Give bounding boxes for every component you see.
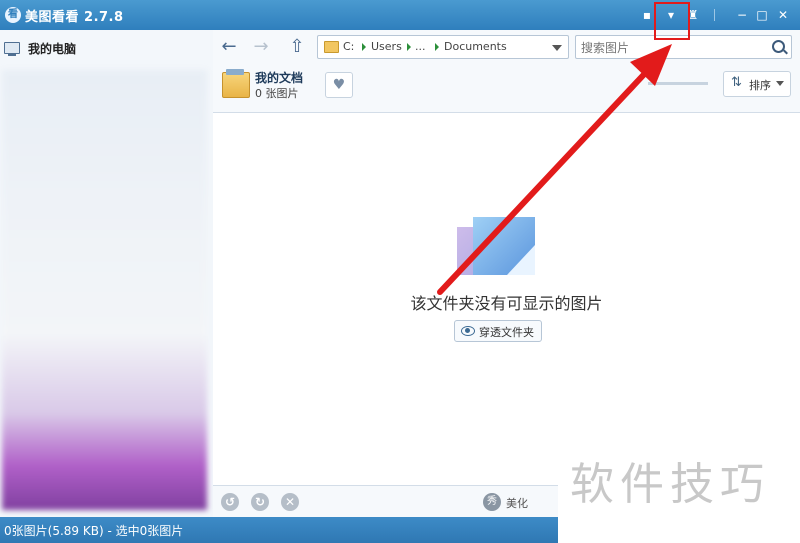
- titlebar-divider: [714, 9, 715, 21]
- breadcrumb-separator-icon: [407, 43, 411, 51]
- breadcrumb-documents[interactable]: Documents: [444, 40, 507, 53]
- monitor-icon: [4, 42, 20, 56]
- thumbnail-size-slider[interactable]: [648, 82, 708, 85]
- folder-icon: [222, 69, 250, 98]
- see-through-folder-button[interactable]: 穿透文件夹: [454, 320, 542, 342]
- favorite-heart-icon[interactable]: ♥: [325, 72, 353, 98]
- breadcrumb-separator-icon: [362, 43, 366, 51]
- empty-message: 该文件夹没有可显示的图片: [410, 294, 603, 313]
- sort-icon: ⇅: [731, 75, 742, 90]
- folder-header: 我的文档 0 张图片 ♥ ⇅ 排序: [213, 64, 800, 113]
- rotate-left-icon[interactable]: ↺: [221, 493, 239, 511]
- sidebar: 我的电脑: [0, 30, 214, 517]
- search-icon[interactable]: [772, 40, 785, 53]
- beautify-icon[interactable]: 秀: [483, 493, 501, 511]
- image-count: 0 张图片: [255, 87, 299, 100]
- forward-arrow-icon[interactable]: →: [249, 36, 273, 58]
- back-arrow-icon[interactable]: ←: [217, 36, 241, 58]
- chevron-down-icon[interactable]: [552, 45, 562, 51]
- folder-icon: [324, 41, 339, 53]
- sort-button[interactable]: ⇅ 排序: [723, 71, 791, 97]
- breadcrumb-ellipsis[interactable]: ...: [415, 40, 426, 53]
- up-folder-icon[interactable]: ⇧: [285, 36, 309, 58]
- breadcrumb-separator-icon: [435, 43, 439, 51]
- sidebar-item-label: 我的电脑: [28, 42, 77, 56]
- eye-icon: [461, 326, 475, 336]
- chat-icon[interactable]: ▪: [640, 8, 654, 22]
- annotation-highlight-box: [654, 2, 690, 40]
- beautify-label[interactable]: 美化: [506, 495, 528, 511]
- app-title: 美图看看 2.7.8: [25, 10, 124, 25]
- minimize-icon[interactable]: −: [735, 8, 749, 22]
- watermark-text: 软件技巧: [570, 459, 770, 510]
- chevron-down-icon: [776, 81, 784, 86]
- status-text: 0张图片(5.89 KB) - 选中0张图片: [4, 524, 184, 538]
- folder-name: 我的文档: [255, 71, 304, 85]
- maximize-icon[interactable]: □: [755, 8, 769, 22]
- breadcrumb[interactable]: C: Users ... Documents: [317, 35, 569, 59]
- app-logo-icon: 看: [5, 7, 21, 23]
- see-through-label: 穿透文件夹: [479, 326, 534, 339]
- navigation-toolbar: ← → ⇧ C: Users ... Documents: [213, 30, 800, 64]
- delete-icon[interactable]: ✕: [281, 493, 299, 511]
- empty-images-icon: [457, 217, 537, 279]
- close-icon[interactable]: ✕: [776, 8, 790, 22]
- sidebar-item-my-computer[interactable]: 我的电脑: [4, 40, 204, 58]
- app-window: 看 美图看看 2.7.8 ▪ ▾ ♜ − □ ✕ 我的电脑 ← → ⇧ C: U…: [0, 0, 800, 543]
- breadcrumb-users[interactable]: Users: [371, 40, 402, 53]
- breadcrumb-drive[interactable]: C:: [343, 40, 354, 53]
- sort-label: 排序: [749, 79, 771, 92]
- rotate-right-icon[interactable]: ↻: [251, 493, 269, 511]
- watermark: 软件技巧: [558, 424, 800, 543]
- blurred-folder-tree: [2, 70, 207, 510]
